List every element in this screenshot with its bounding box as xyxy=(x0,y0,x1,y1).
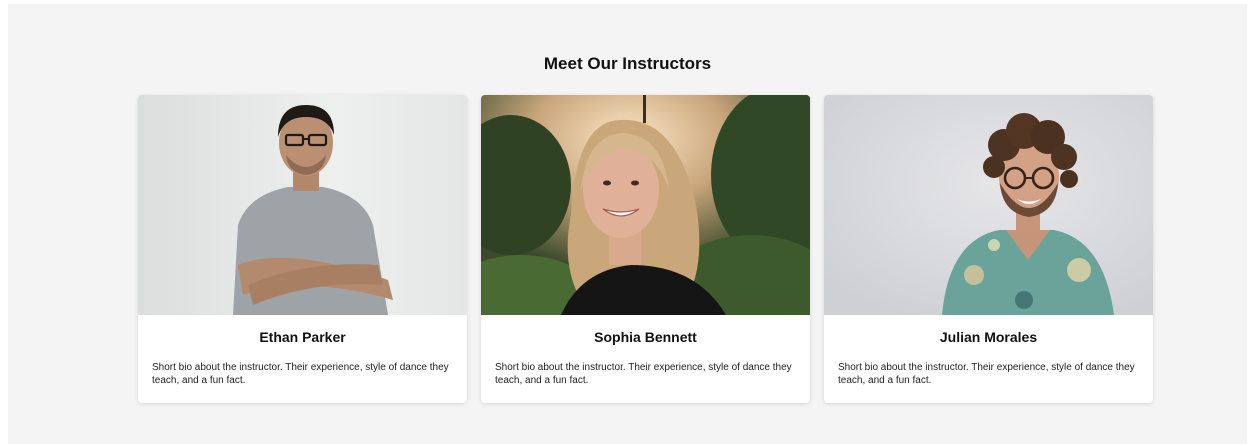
instructor-photo xyxy=(824,95,1153,315)
instructor-name: Ethan Parker xyxy=(259,329,346,345)
instructor-photo xyxy=(481,95,810,315)
instructor-photo xyxy=(138,95,467,315)
instructors-section: Meet Our Instructors Ethan Parker Short … xyxy=(8,4,1247,444)
instructor-name: Julian Morales xyxy=(939,329,1038,345)
instructor-bio: Short bio about the instructor. Their ex… xyxy=(495,362,792,386)
instructor-cards: Ethan Parker Short bio about the instruc… xyxy=(138,95,1154,403)
section-title: Meet Our Instructors xyxy=(543,54,712,73)
instructor-name: Sophia Bennett xyxy=(594,329,697,345)
instructor-bio: Short bio about the instructor. Their ex… xyxy=(838,362,1135,386)
instructor-card: Sophia Bennett Short bio about the instr… xyxy=(481,95,810,403)
instructor-card: Ethan Parker Short bio about the instruc… xyxy=(138,95,467,403)
instructor-bio: Short bio about the instructor. Their ex… xyxy=(152,362,449,386)
instructor-card: Julian Morales Short bio about the instr… xyxy=(824,95,1153,403)
